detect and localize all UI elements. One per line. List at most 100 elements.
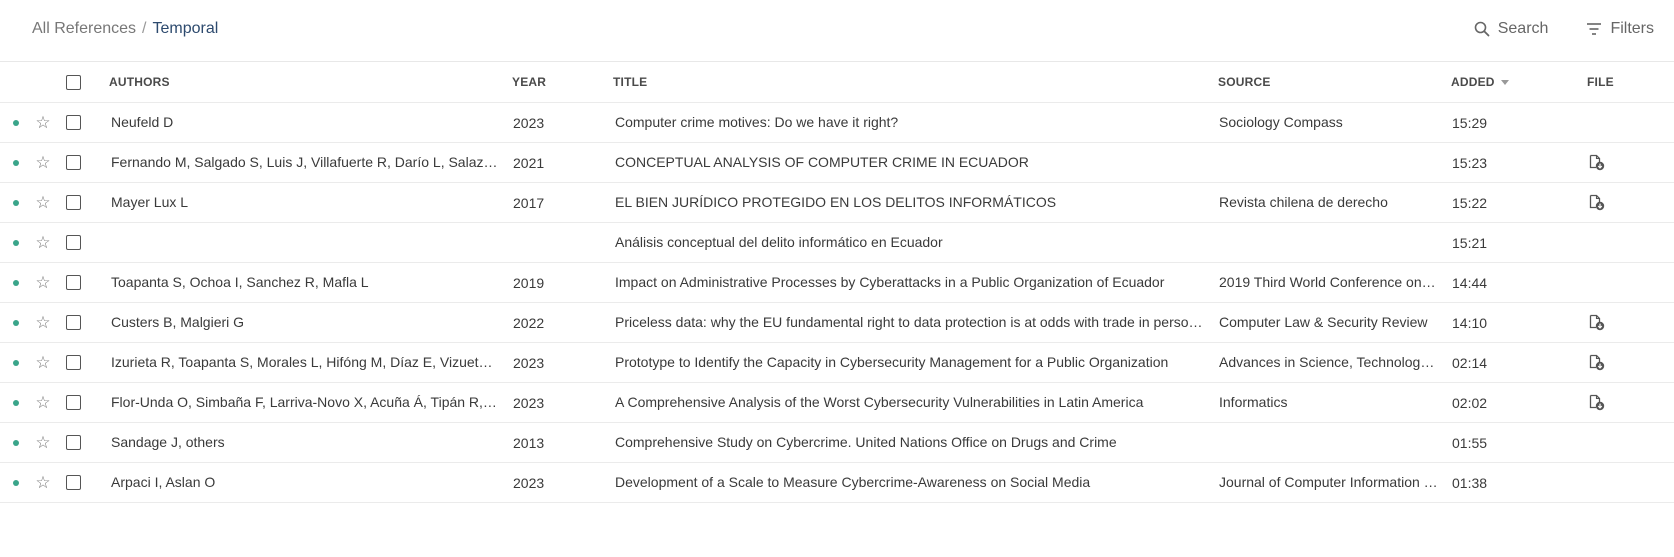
row-checkbox[interactable] <box>63 143 83 182</box>
table-row[interactable]: ☆ Izurieta R, Toapanta S, Morales L, Hif… <box>0 343 1674 383</box>
cell-added: 15:21 <box>1452 234 1488 251</box>
cell-year: 2022 <box>513 314 545 331</box>
cell-year: 2021 <box>513 154 545 171</box>
column-header-source[interactable]: SOURCE <box>1218 62 1438 102</box>
star-icon[interactable]: ☆ <box>33 103 53 142</box>
cell-added: 15:29 <box>1452 114 1488 131</box>
select-all-checkbox[interactable] <box>63 62 83 102</box>
cell-authors: Neufeld D <box>111 114 174 130</box>
cell-authors: Arpaci I, Aslan O <box>111 474 216 490</box>
cell-authors: Sandage J, others <box>111 434 225 450</box>
row-checkbox[interactable] <box>63 343 83 382</box>
cell-file <box>1588 143 1628 182</box>
cell-added: 01:38 <box>1452 474 1488 491</box>
search-button[interactable]: Search <box>1474 20 1548 38</box>
unread-dot-icon <box>11 423 21 462</box>
cell-file <box>1588 423 1628 462</box>
cell-file <box>1588 303 1628 342</box>
table-row[interactable]: ☆ Mayer Lux L 2017 EL BIEN JURÍDICO PROT… <box>0 183 1674 223</box>
unread-dot-icon <box>11 103 21 142</box>
cell-year: 2019 <box>513 274 545 291</box>
unread-dot-icon <box>11 143 21 182</box>
star-icon[interactable]: ☆ <box>33 263 53 302</box>
cell-title: Priceless data: why the EU fundamental r… <box>615 314 1207 330</box>
table-row[interactable]: ☆ Fernando M, Salgado S, Luis J, Villafu… <box>0 143 1674 183</box>
column-header-added[interactable]: ADDED <box>1451 62 1531 102</box>
cell-title: Impact on Administrative Processes by Cy… <box>615 274 1165 290</box>
top-bar: All References / Temporal Search Filters <box>0 0 1674 62</box>
unread-dot-icon <box>11 343 21 382</box>
star-icon[interactable]: ☆ <box>33 423 53 462</box>
cell-authors: Fernando M, Salgado S, Luis J, Villafuer… <box>111 154 498 170</box>
file-download-icon[interactable] <box>1588 394 1605 411</box>
star-icon[interactable]: ☆ <box>33 183 53 222</box>
row-checkbox[interactable] <box>63 463 83 502</box>
cell-added: 15:23 <box>1452 154 1488 171</box>
cell-source: Sociology Compass <box>1219 114 1343 130</box>
star-icon[interactable]: ☆ <box>33 383 53 422</box>
cell-source <box>1219 423 1439 462</box>
table-row[interactable]: ☆ Sandage J, others 2013 Comprehensive S… <box>0 423 1674 463</box>
star-icon[interactable]: ☆ <box>33 343 53 382</box>
cell-added: 14:10 <box>1452 314 1488 331</box>
filters-label: Filters <box>1610 20 1654 37</box>
sort-descending-icon <box>1500 79 1509 85</box>
cell-year: 2023 <box>513 354 545 371</box>
cell-source: Journal of Computer Information Syst <box>1219 474 1439 490</box>
table-row[interactable]: ☆ Flor-Unda O, Simbaña F, Larriva-Novo X… <box>0 383 1674 423</box>
cell-source <box>1219 223 1439 262</box>
table-row[interactable]: ☆ Toapanta S, Ochoa I, Sanchez R, Mafla … <box>0 263 1674 303</box>
table-row[interactable]: ☆ Neufeld D 2023 Computer crime motives:… <box>0 103 1674 143</box>
column-header-added-label: ADDED <box>1451 75 1495 89</box>
table-row[interactable]: ☆ Arpaci I, Aslan O 2023 Development of … <box>0 463 1674 503</box>
row-checkbox[interactable] <box>63 183 83 222</box>
file-download-icon[interactable] <box>1588 314 1605 331</box>
column-header-title[interactable]: TITLE <box>613 62 1205 102</box>
table-header: AUTHORS YEAR TITLE SOURCE ADDED FILE <box>0 62 1674 103</box>
search-icon <box>1474 21 1490 37</box>
cell-year: 2017 <box>513 194 545 211</box>
breadcrumb-separator: / <box>142 20 147 37</box>
unread-dot-icon <box>11 303 21 342</box>
cell-added: 14:44 <box>1452 274 1488 291</box>
cell-file <box>1588 103 1628 142</box>
table-row[interactable]: ☆ Análisis conceptual del delito informá… <box>0 223 1674 263</box>
unread-dot-icon <box>11 263 21 302</box>
cell-source: Revista chilena de derecho <box>1219 194 1388 210</box>
cell-title: Development of a Scale to Measure Cyberc… <box>615 474 1091 490</box>
row-checkbox[interactable] <box>63 303 83 342</box>
cell-year: 2023 <box>513 394 545 411</box>
row-checkbox[interactable] <box>63 223 83 262</box>
table-row[interactable]: ☆ Custers B, Malgieri G 2022 Priceless d… <box>0 303 1674 343</box>
row-checkbox[interactable] <box>63 383 83 422</box>
star-icon[interactable]: ☆ <box>33 303 53 342</box>
star-icon[interactable]: ☆ <box>33 223 53 262</box>
star-icon[interactable]: ☆ <box>33 143 53 182</box>
cell-title: EL BIEN JURÍDICO PROTEGIDO EN LOS DELITO… <box>615 194 1057 210</box>
unread-dot-icon <box>11 183 21 222</box>
breadcrumb-all-references[interactable]: All References <box>32 20 136 37</box>
row-checkbox[interactable] <box>63 103 83 142</box>
top-actions: Search Filters <box>1474 20 1654 38</box>
cell-title: Comprehensive Study on Cybercrime. Unite… <box>615 434 1117 450</box>
column-header-authors[interactable]: AUTHORS <box>109 62 497 102</box>
file-download-icon[interactable] <box>1588 354 1605 371</box>
filters-button[interactable]: Filters <box>1586 20 1654 38</box>
column-header-file[interactable]: FILE <box>1587 62 1627 102</box>
star-icon[interactable]: ☆ <box>33 463 53 502</box>
file-download-icon[interactable] <box>1588 154 1605 171</box>
cell-source: 2019 Third World Conference on Sma <box>1219 274 1439 290</box>
file-download-icon[interactable] <box>1588 194 1605 211</box>
row-checkbox[interactable] <box>63 423 83 462</box>
cell-title: A Comprehensive Analysis of the Worst Cy… <box>615 394 1144 410</box>
breadcrumb: All References / Temporal <box>32 20 218 38</box>
cell-file <box>1588 343 1628 382</box>
cell-title: Computer crime motives: Do we have it ri… <box>615 114 899 130</box>
cell-source: Computer Law & Security Review <box>1219 314 1428 330</box>
column-header-year[interactable]: YEAR <box>512 62 582 102</box>
cell-authors <box>111 223 499 262</box>
cell-year <box>513 223 583 262</box>
table-body: ☆ Neufeld D 2023 Computer crime motives:… <box>0 103 1674 503</box>
row-checkbox[interactable] <box>63 263 83 302</box>
cell-year: 2023 <box>513 474 545 491</box>
